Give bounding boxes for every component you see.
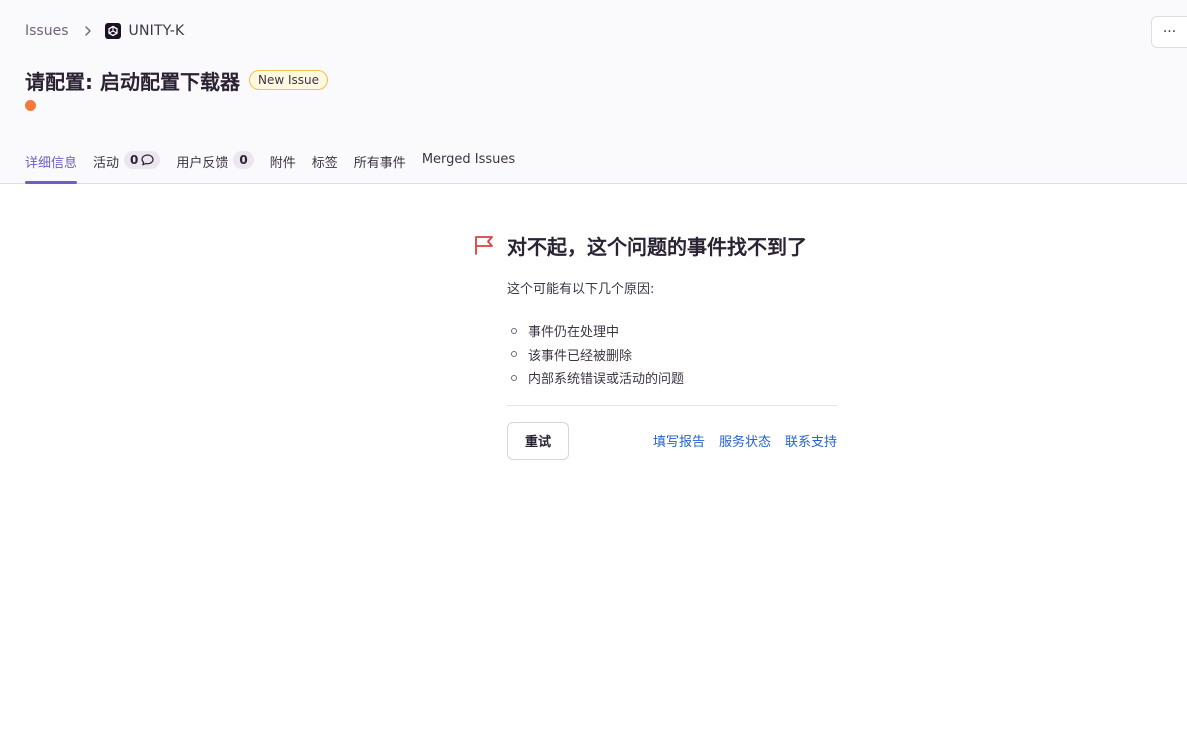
tab-label: 详细信息 [25, 156, 78, 171]
tab-label: 用户反馈 [176, 156, 229, 171]
issue-level-indicator [25, 100, 36, 111]
tab-tags[interactable]: 标签 [312, 148, 338, 184]
list-item: 事件仍在处理中 [507, 319, 838, 343]
heading-row: 对不起，这个问题的事件找不到了 [474, 232, 838, 259]
issue-header: Issues UNITY-K ··· 请配置: 启动配置下载器 New Issu… [0, 0, 1187, 184]
actions-row: 重试 填写报告 服务状态 联系支持 [507, 421, 837, 460]
list-item: 内部系统错误或活动的问题 [507, 366, 838, 390]
help-links: 填写报告 服务状态 联系支持 [639, 431, 837, 450]
tab-label: 所有事件 [353, 156, 406, 171]
tab-merged-issues[interactable]: Merged Issues [422, 148, 515, 184]
more-actions-button[interactable]: ··· [1151, 16, 1187, 48]
title-row: 请配置: 启动配置下载器 New Issue [25, 66, 328, 94]
service-status-link[interactable]: 服务状态 [719, 431, 771, 450]
tab-activity[interactable]: 活动 0 [93, 148, 161, 184]
reason-list: 事件仍在处理中 该事件已经被删除 内部系统错误或活动的问题 [507, 319, 838, 390]
event-not-found-panel: 对不起，这个问题的事件找不到了 这个可能有以下几个原因: 事件仍在处理中 该事件… [474, 232, 838, 460]
issue-tabs: 详细信息 活动 0 用户反馈 0 附件 标签 所有事件 Merged Issue… [25, 148, 531, 184]
reason-text: 事件仍在处理中 [528, 325, 620, 341]
list-item: 该事件已经被删除 [507, 343, 838, 367]
divider [507, 404, 837, 406]
file-report-link[interactable]: 填写报告 [653, 431, 705, 450]
bullet-icon [511, 351, 517, 358]
tab-details[interactable]: 详细信息 [25, 148, 78, 184]
tab-user-feedback[interactable]: 用户反馈 0 [176, 148, 254, 184]
flag-icon [474, 235, 496, 255]
bullet-icon [511, 374, 517, 381]
empty-state-heading: 对不起，这个问题的事件找不到了 [507, 234, 807, 259]
contact-support-link[interactable]: 联系支持 [785, 431, 837, 450]
chevron-right-icon [81, 24, 95, 38]
empty-state-description: 这个可能有以下几个原因: [507, 282, 655, 297]
retry-button[interactable]: 重试 [507, 421, 569, 460]
activity-count-badge: 0 [124, 151, 161, 169]
tab-label: 标签 [311, 156, 338, 171]
tab-label: Merged Issues [421, 152, 516, 167]
activity-count: 0 [130, 153, 139, 167]
comment-icon [141, 154, 154, 166]
reason-text: 内部系统错误或活动的问题 [528, 372, 685, 388]
feedback-count-badge: 0 [233, 151, 254, 169]
issue-title: 请配置: 启动配置下载器 [25, 69, 240, 94]
unity-project-icon [104, 23, 121, 39]
breadcrumb-project-link[interactable]: UNITY-K [129, 23, 185, 39]
tab-label: 附件 [269, 156, 296, 171]
bullet-icon [511, 327, 517, 334]
breadcrumb: Issues UNITY-K [25, 21, 184, 41]
tab-label: 活动 [93, 156, 120, 171]
tab-attachments[interactable]: 附件 [270, 148, 296, 184]
new-issue-badge: New Issue [248, 70, 328, 90]
reason-text: 该事件已经被删除 [528, 348, 633, 364]
tab-all-events[interactable]: 所有事件 [354, 148, 406, 184]
breadcrumb-issues-link[interactable]: Issues [25, 23, 69, 39]
